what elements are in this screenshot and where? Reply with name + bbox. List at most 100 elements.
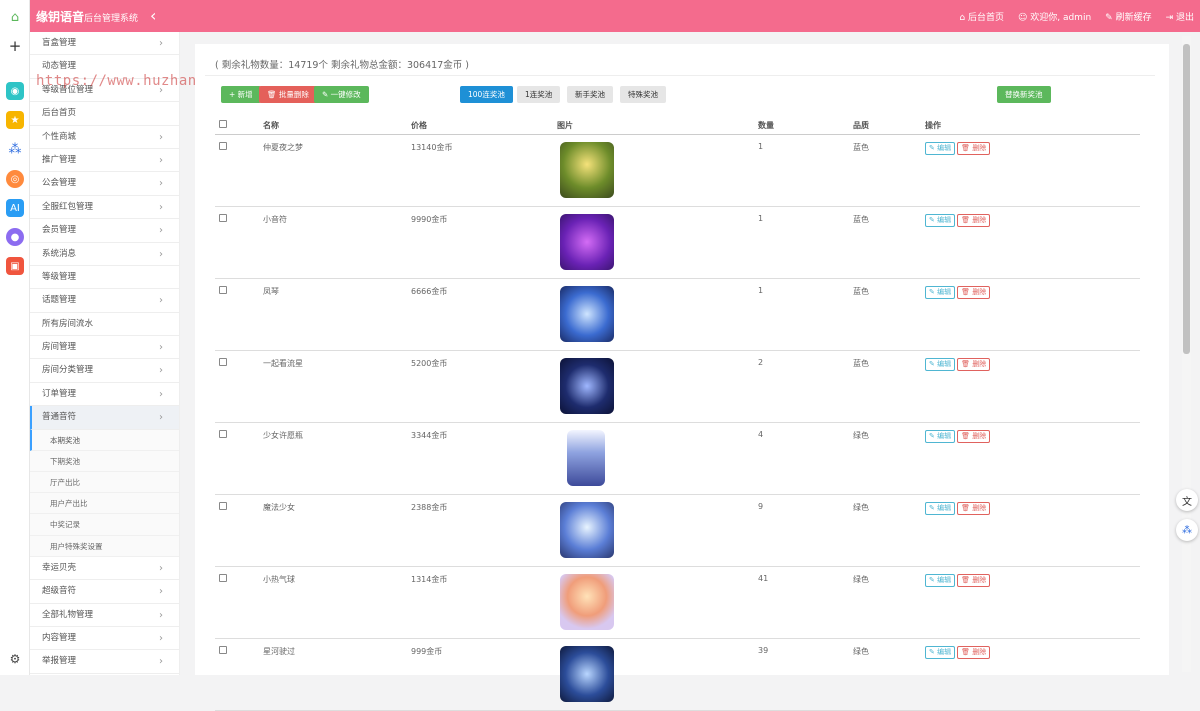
table-row[interactable]: 仲夏夜之梦 13140金币 1 蓝色 ✎ 编辑 🗑 删除 (215, 134, 1140, 207)
table-row[interactable]: 星河驶过 999金币 39 绿色 ✎ 编辑 🗑 删除 (215, 638, 1140, 711)
sidebar-item[interactable]: 全部礼物管理 › (30, 604, 179, 627)
gift-image (560, 213, 614, 270)
sidebar-subitem[interactable]: 中奖记录 (30, 514, 179, 536)
batch-delete-button[interactable]: 🗑 批量删除 (259, 86, 317, 103)
gift-image-cell (557, 422, 758, 495)
edit-button[interactable]: ✎ 编辑 (925, 573, 956, 587)
gift-image (560, 357, 614, 414)
home-icon[interactable]: ⌂ (6, 8, 24, 26)
edit-button[interactable]: ✎ 编辑 (925, 645, 956, 659)
sidebar-item[interactable]: 后台首页 (30, 102, 179, 126)
sidebar-item[interactable]: 房间分类管理 › (30, 359, 179, 383)
plus-icon[interactable]: + (6, 37, 24, 55)
sidebar-subitem[interactable]: 用户特殊奖设置 (30, 535, 179, 557)
app-icon-network[interactable]: ⁂ (6, 140, 24, 158)
app-icon-ai-ring[interactable]: ◎ (6, 170, 24, 188)
app-icon-ai[interactable]: AI (6, 199, 24, 217)
add-button[interactable]: + 新增 (221, 86, 261, 103)
tab-1-pool[interactable]: 1连奖池 (517, 86, 561, 103)
row-checkbox[interactable] (219, 285, 227, 294)
delete-button[interactable]: 🗑 删除 (957, 285, 991, 299)
sidebar-item[interactable]: 房间管理 › (30, 336, 179, 360)
sidebar-item[interactable]: 举报管理 › (30, 650, 179, 674)
row-checkbox[interactable] (219, 213, 227, 222)
delete-button[interactable]: 🗑 删除 (957, 429, 991, 443)
gift-quality: 绿色 (853, 566, 925, 639)
gift-quality: 绿色 (853, 638, 925, 711)
table-row[interactable]: 小音符 9990金币 1 蓝色 ✎ 编辑 🗑 删除 (215, 206, 1140, 279)
sidebar-item[interactable]: 幸运贝壳 › (30, 557, 179, 581)
tab-special-pool[interactable]: 特殊奖池 (620, 86, 666, 103)
gift-quality: 绿色 (853, 494, 925, 567)
sidebar-item[interactable]: 普通音符 › (30, 406, 179, 430)
delete-button[interactable]: 🗑 删除 (957, 501, 991, 515)
refresh-cache-link[interactable]: ✎ 刷新缓存 (1105, 10, 1151, 23)
edit-button[interactable]: ✎ 编辑 (925, 141, 956, 155)
edit-button[interactable]: ✎ 编辑 (925, 213, 956, 227)
sidebar-item[interactable]: 超级音符 › (30, 580, 179, 604)
row-checkbox[interactable] (219, 645, 227, 654)
row-checkbox[interactable] (219, 573, 227, 582)
translate-icon[interactable]: 文 (1176, 489, 1198, 511)
sidebar-item[interactable]: 个性商城 › (30, 126, 179, 149)
gift-quantity: 1 (758, 206, 853, 279)
settings-gear-icon[interactable]: ⚙ (6, 650, 24, 668)
sidebar-item[interactable]: 推广管理 › (30, 149, 179, 173)
gift-quantity: 1 (758, 278, 853, 351)
edit-button[interactable]: ✎ 编辑 (925, 357, 956, 371)
select-all-checkbox[interactable] (219, 120, 227, 129)
sidebar-subitem[interactable]: 本期奖池 (30, 429, 179, 451)
scrollbar-thumb[interactable] (1183, 44, 1190, 354)
sidebar-item[interactable]: 话题管理 › (30, 289, 179, 313)
row-checkbox[interactable] (219, 357, 227, 366)
tab-100-pool[interactable]: 100连奖池 (460, 86, 513, 103)
sidebar-item[interactable]: 所有房间流水 (30, 313, 179, 337)
sidebar-subitem[interactable]: 厅产出比 (30, 472, 179, 494)
logout-link[interactable]: ⇥ 退出 (1166, 10, 1194, 23)
gift-image-cell (557, 134, 758, 207)
edit-button[interactable]: ✎ 编辑 (925, 285, 956, 299)
table-row[interactable]: 魔法少女 2388金币 9 绿色 ✎ 编辑 🗑 删除 (215, 494, 1140, 567)
brush-icon: ✎ (1105, 13, 1116, 23)
welcome-user[interactable]: ☺ 欢迎你, admin (1018, 10, 1091, 23)
edit-button[interactable]: ✎ 编辑 (925, 429, 956, 443)
delete-button[interactable]: 🗑 删除 (957, 213, 991, 227)
table-row[interactable]: 一起看流星 5200金币 2 蓝色 ✎ 编辑 🗑 删除 (215, 350, 1140, 423)
chevron-right-icon: › (159, 632, 163, 644)
one-key-edit-button[interactable]: ✎ 一键修改 (314, 86, 369, 103)
sidebar-item[interactable]: 内容管理 › (30, 627, 179, 651)
gift-name: 星河驶过 (263, 638, 411, 711)
top-home-link[interactable]: ⌂ 后台首页 (959, 10, 1004, 23)
gift-image (560, 141, 614, 198)
row-checkbox[interactable] (219, 429, 227, 438)
app-icon-chat[interactable]: ◉ (6, 82, 24, 100)
delete-button[interactable]: 🗑 删除 (957, 141, 991, 155)
sidebar-item[interactable]: 盲盒管理 › (30, 32, 179, 56)
sidebar-item[interactable]: 全服红包管理 › (30, 196, 179, 220)
table-row[interactable]: 少女许愿瓶 3344金币 4 绿色 ✎ 编辑 🗑 删除 (215, 422, 1140, 495)
sidebar-subitem[interactable]: 用户产出比 (30, 493, 179, 515)
app-icon-game[interactable]: ▣ (6, 257, 24, 275)
delete-button[interactable]: 🗑 删除 (957, 645, 991, 659)
sidebar-subitem[interactable]: 下期奖池 (30, 450, 179, 473)
table-row[interactable]: 小热气球 1314金币 41 绿色 ✎ 编辑 🗑 删除 (215, 566, 1140, 639)
sidebar-collapse-icon[interactable]: ‹ (150, 6, 156, 25)
sidebar-item[interactable]: 公会管理 › (30, 172, 179, 196)
row-checkbox[interactable] (219, 141, 227, 150)
sidebar-item[interactable]: 会员管理 › (30, 219, 179, 243)
replace-pool-button[interactable]: 替换新奖池 (997, 86, 1051, 103)
sidebar-item[interactable]: 等级管理 (30, 266, 179, 290)
edit-button[interactable]: ✎ 编辑 (925, 501, 956, 515)
sidebar-item[interactable]: 系统消息 › (30, 243, 179, 266)
row-checkbox[interactable] (219, 501, 227, 510)
assistant-icon[interactable]: ⁂ (1176, 519, 1198, 541)
table-row[interactable]: 凤琴 6666金币 1 蓝色 ✎ 编辑 🗑 删除 (215, 278, 1140, 351)
app-icon-star[interactable]: ★ (6, 111, 24, 129)
header-select-all[interactable] (215, 117, 263, 135)
delete-button[interactable]: 🗑 删除 (957, 573, 991, 587)
app-icon-bot[interactable]: ● (6, 228, 24, 246)
tab-newbie-pool[interactable]: 新手奖池 (567, 86, 613, 103)
delete-button[interactable]: 🗑 删除 (957, 357, 991, 371)
sidebar-item-label: 房间分类管理 (42, 365, 94, 376)
sidebar-item[interactable]: 订单管理 › (30, 383, 179, 407)
